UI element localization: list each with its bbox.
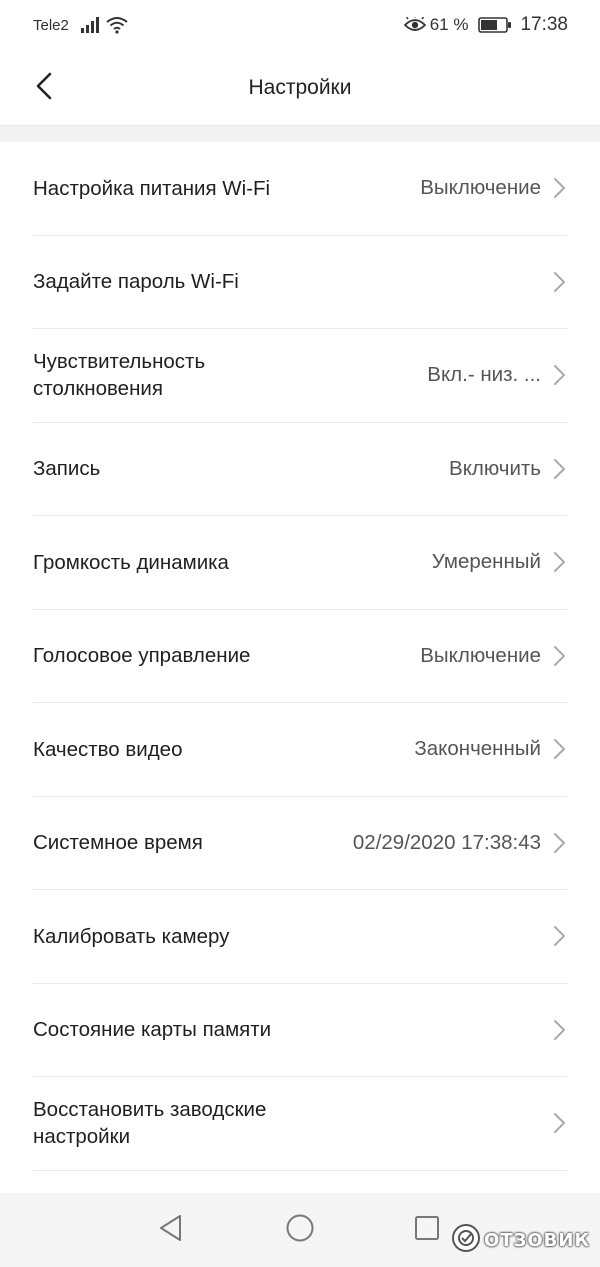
setting-factory-reset[interactable]: Восстановить заводские настройки bbox=[33, 1077, 567, 1171]
setting-recording[interactable]: Запись Включить bbox=[33, 423, 567, 516]
setting-label: Восстановить заводские настройки bbox=[33, 1098, 267, 1149]
watermark-text: ОТЗОВИК bbox=[484, 1230, 591, 1251]
setting-speaker-volume[interactable]: Громкость динамика Умеренный bbox=[33, 516, 567, 610]
setting-wifi-password[interactable]: Задайте пароль Wi-Fi bbox=[33, 236, 567, 329]
chevron-right-icon bbox=[553, 832, 567, 854]
chevron-right-icon bbox=[553, 364, 567, 386]
chevron-right-icon bbox=[553, 271, 567, 293]
page-title: Настройки bbox=[248, 75, 352, 99]
chevron-right-icon bbox=[553, 1019, 567, 1041]
setting-label: Калибровать камеру bbox=[33, 924, 230, 948]
chevron-right-icon bbox=[553, 1112, 567, 1134]
triangle-back-icon bbox=[158, 1214, 184, 1247]
setting-video-quality[interactable]: Качество видео Законченный bbox=[33, 703, 567, 797]
screen: Tele2 61 % 17:38 Настройки Настройка пит… bbox=[0, 0, 600, 1267]
back-button[interactable] bbox=[28, 72, 60, 104]
chevron-right-icon bbox=[553, 458, 567, 480]
section-gap bbox=[0, 126, 600, 142]
circle-home-icon bbox=[285, 1213, 315, 1248]
setting-label: Системное время bbox=[33, 831, 203, 855]
settings-list: Настройка питания Wi-Fi Выключение Задай… bbox=[0, 142, 600, 1171]
setting-collision-sensitivity[interactable]: Чувствительность столкновения Вкл.- низ.… bbox=[33, 329, 567, 423]
chevron-right-icon bbox=[553, 738, 567, 760]
cellular-signal-icon bbox=[80, 17, 101, 33]
battery-icon bbox=[478, 17, 512, 33]
setting-wifi-power[interactable]: Настройка питания Wi-Fi Выключение bbox=[33, 142, 567, 236]
status-bar: Tele2 61 % 17:38 bbox=[0, 0, 600, 50]
setting-value: Включить bbox=[449, 456, 541, 480]
wifi-icon bbox=[106, 16, 128, 34]
nav-recent-button[interactable] bbox=[412, 1215, 442, 1245]
setting-label: Чувствительность столкновения bbox=[33, 350, 206, 401]
setting-value: Вкл.- низ. ... bbox=[427, 363, 541, 387]
setting-calibrate-camera[interactable]: Калибровать камеру bbox=[33, 890, 567, 984]
setting-label: Состояние карты памяти bbox=[33, 1018, 272, 1042]
setting-memory-card-status[interactable]: Состояние карты памяти bbox=[33, 984, 567, 1077]
eye-comfort-icon bbox=[403, 17, 426, 33]
battery-percent: 61 % bbox=[429, 15, 469, 34]
chevron-right-icon bbox=[553, 177, 567, 199]
chevron-right-icon bbox=[553, 925, 567, 947]
setting-system-time[interactable]: Системное время 02/29/2020 17:38:43 bbox=[33, 797, 567, 890]
setting-value: Выключение bbox=[420, 643, 541, 667]
chevron-left-icon bbox=[35, 72, 53, 105]
setting-label: Громкость динамика bbox=[33, 550, 229, 574]
setting-label: Голосовое управление bbox=[33, 644, 251, 668]
setting-value: Выключение bbox=[420, 176, 541, 200]
setting-label: Запись bbox=[33, 457, 101, 481]
nav-home-button[interactable] bbox=[285, 1213, 315, 1248]
setting-value: 02/29/2020 17:38:43 bbox=[352, 830, 541, 854]
chevron-right-icon bbox=[553, 551, 567, 573]
watermark-logo-icon bbox=[450, 1222, 482, 1259]
carrier-name: Tele2 bbox=[33, 16, 69, 34]
setting-voice-control[interactable]: Голосовое управление Выключение bbox=[33, 610, 567, 703]
status-clock: 17:38 bbox=[520, 14, 568, 35]
watermark: ОТЗОВИК bbox=[450, 1222, 590, 1259]
setting-label: Качество видео bbox=[33, 737, 183, 761]
app-header: Настройки bbox=[0, 50, 600, 126]
setting-label: Настройка питания Wi-Fi bbox=[33, 176, 271, 200]
square-recent-icon bbox=[413, 1214, 441, 1247]
status-right-group: 61 % 17:38 bbox=[403, 14, 568, 36]
setting-value: Умеренный bbox=[431, 550, 541, 574]
setting-value: Законченный bbox=[414, 737, 541, 761]
chevron-right-icon bbox=[553, 645, 567, 667]
nav-back-button[interactable] bbox=[156, 1214, 186, 1247]
setting-label: Задайте пароль Wi-Fi bbox=[33, 270, 239, 294]
